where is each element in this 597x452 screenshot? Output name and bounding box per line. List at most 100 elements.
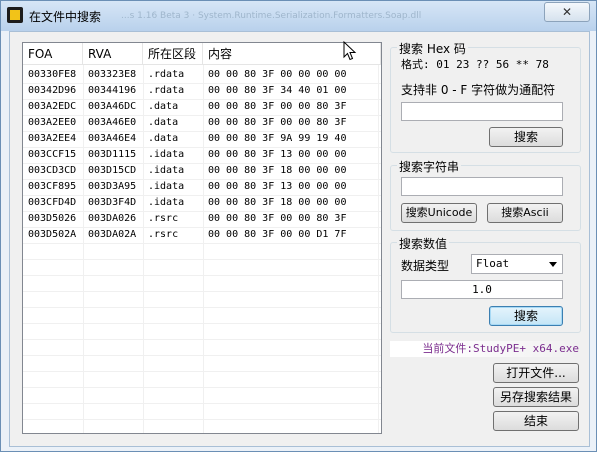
row-gridline [23,371,381,372]
table-row[interactable]: 003CFD4D 003D3F4D .idata 00 00 80 3F 18 00 … [23,195,381,211]
cell-foa: 003D502A [28,229,77,240]
table-row[interactable]: 00342D96 00344196 .rdata 00 00 80 3F 34 40 … [23,83,381,99]
row-gridline [23,419,381,420]
data-type-select[interactable]: Float [471,254,563,274]
hex-search-button[interactable]: 搜索 [489,127,563,147]
cell-content: 00 00 80 3F 18 00 00 00 [208,197,347,208]
table-row[interactable]: 003A2EDC 003A46DC .data 00 00 80 3F 00 00 8… [23,99,381,115]
row-gridline [23,323,381,324]
search-in-file-window: 在文件中搜索 ...s 1.16 Beta 3 · System.Runtime… [0,0,597,452]
row-gridline [23,387,381,388]
cell-rva: 003D3F4D [88,197,137,208]
cell-rva: 003323E8 [88,69,137,80]
cell-content: 00 00 80 3F 18 00 00 00 [208,165,347,176]
cell-section: .idata [148,149,185,160]
cell-content: 00 00 80 3F 00 00 00 00 [208,69,347,80]
faded-title-text: ...s 1.16 Beta 3 · System.Runtime.Serial… [121,11,422,21]
row-gridline [23,307,381,308]
row-gridline [23,403,381,404]
table-row[interactable]: 003A2EE4 003A46E4 .data 00 00 80 3F 9A 99 1… [23,131,381,147]
cell-section: .idata [148,165,185,176]
column-section[interactable]: 所在区段 [143,43,203,65]
data-type-label: 数据类型 [401,259,450,273]
app-icon [7,7,23,23]
row-gridline [23,291,381,292]
row-gridline [23,227,381,228]
cell-foa: 003CFD4D [28,197,77,208]
table-row[interactable]: 003D502A 003DA02A .rsrc 00 00 80 3F 00 00 D… [23,227,381,243]
table-row[interactable]: 003CCF15 003D1115 .idata 00 00 80 3F 13 00 … [23,147,381,163]
end-button[interactable]: 结束 [493,411,579,431]
hex-search-group: 搜索 Hex 码 格式: 01 23 ?? 56 ** 78 支持非 0 - F… [390,40,581,153]
cell-foa: 00342D96 [28,85,77,96]
cell-rva: 003D1115 [88,149,137,160]
cell-rva: 003A46DC [88,101,137,112]
search-unicode-button[interactable]: 搜索Unicode [401,203,477,223]
cell-rva: 003D3A95 [88,181,137,192]
table-row[interactable]: 003CF895 003D3A95 .idata 00 00 80 3F 13 00 … [23,179,381,195]
value-search-button[interactable]: 搜索 [489,306,563,326]
cell-foa: 003A2EE0 [28,117,77,128]
cell-rva: 003A46E4 [88,133,137,144]
value-search-group: 搜索数值 数据类型 Float 1.0 搜索 [390,235,581,333]
row-gridline [23,243,381,244]
row-gridline [23,147,381,148]
mouse-cursor-icon [343,41,357,61]
value-input[interactable]: 1.0 [401,280,563,299]
value-search-title: 搜索数值 [397,235,450,252]
cell-rva: 003DA026 [88,213,137,224]
cell-section: .data [148,117,179,128]
cell-content: 00 00 80 3F 00 00 80 3F [208,101,347,112]
row-gridline [23,211,381,212]
hex-format-label: 格式: 01 23 ?? 56 ** 78 [401,58,549,71]
row-gridline [23,275,381,276]
results-list[interactable]: FOA RVA 所在区段 内容 00330FE8 003323E8 .rdata 00… [22,42,382,434]
title-bar[interactable]: 在文件中搜索 ...s 1.16 Beta 3 · System.Runtime… [1,1,596,31]
cell-content: 00 00 80 3F 9A 99 19 40 [208,133,347,144]
cell-section: .data [148,101,179,112]
cell-section: .idata [148,197,185,208]
string-search-title: 搜索字符串 [397,158,462,175]
open-file-button[interactable]: 打开文件... [493,363,579,383]
row-gridline [23,259,381,260]
cell-foa: 003CD3CD [28,165,77,176]
table-row[interactable]: 003D5026 003DA026 .rsrc 00 00 80 3F 00 00 8… [23,211,381,227]
table-row[interactable]: 003CD3CD 003D15CD .idata 00 00 80 3F 18 00 … [23,163,381,179]
close-icon: ✕ [561,5,573,19]
cell-content: 00 00 80 3F 34 40 01 00 [208,85,347,96]
column-rva[interactable]: RVA [83,43,143,65]
dialog-body: FOA RVA 所在区段 内容 00330FE8 003323E8 .rdata 00… [9,31,590,447]
cell-content: 00 00 80 3F 13 00 00 00 [208,181,347,192]
row-gridline [23,195,381,196]
close-button[interactable]: ✕ [544,2,590,22]
table-row[interactable]: 00330FE8 003323E8 .rdata 00 00 80 3F 00 00 … [23,67,381,83]
hex-search-input[interactable] [401,102,563,121]
cell-content: 00 00 80 3F 00 00 D1 7F [208,229,347,240]
string-search-input[interactable] [401,177,563,196]
row-gridline [23,339,381,340]
cell-section: .rsrc [148,229,179,240]
row-gridline [23,355,381,356]
column-foa[interactable]: FOA [23,43,83,65]
wildcard-hint: 支持非 0 - F 字符做为通配符 [401,83,556,97]
row-gridline [23,83,381,84]
cell-foa: 003CF895 [28,181,77,192]
row-gridline [23,115,381,116]
cell-section: .rdata [148,69,185,80]
chevron-down-icon [549,262,557,267]
hex-search-title: 搜索 Hex 码 [397,40,468,57]
row-gridline [23,131,381,132]
cell-section: .rsrc [148,213,179,224]
cell-foa: 003A2EE4 [28,133,77,144]
cell-content: 00 00 80 3F 00 00 80 3F [208,213,347,224]
cell-section: .data [148,133,179,144]
cell-section: .rdata [148,85,185,96]
table-row[interactable]: 003A2EE0 003A46E0 .data 00 00 80 3F 00 00 8… [23,115,381,131]
cell-foa: 003CCF15 [28,149,77,160]
row-gridline [23,163,381,164]
cell-rva: 003A46E0 [88,117,137,128]
cell-section: .idata [148,181,185,192]
save-results-button[interactable]: 另存搜索结果 [493,387,579,407]
search-ascii-button[interactable]: 搜索Ascii [487,203,563,223]
cell-content: 00 00 80 3F 00 00 80 3F [208,117,347,128]
